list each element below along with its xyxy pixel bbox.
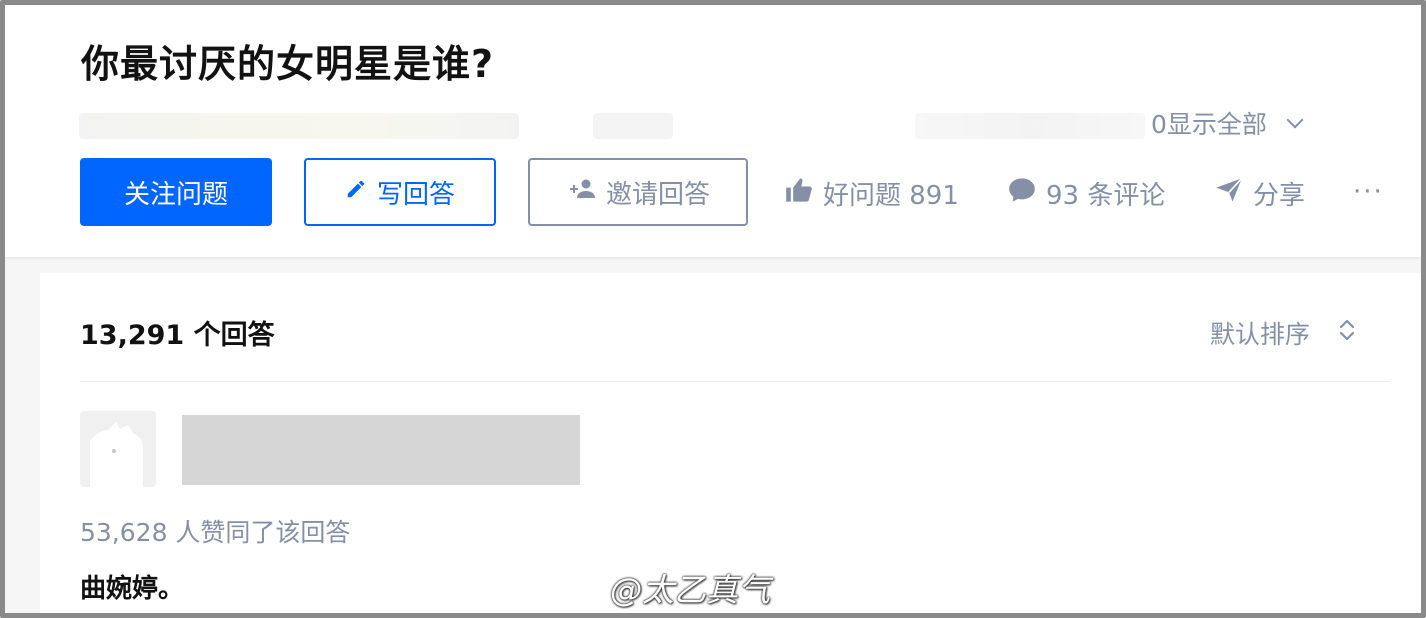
voters-count[interactable]: 53,628 人赞同了该回答 — [80, 513, 350, 549]
pencil-icon — [345, 177, 377, 207]
invite-label: 邀请回答 — [605, 179, 710, 210]
follow-question-button[interactable]: 关注问题 — [80, 158, 272, 226]
author-name-redacted — [182, 415, 580, 485]
answer-content: 曲婉婷。 — [80, 574, 185, 604]
share-label: 分享 — [1253, 181, 1306, 211]
watermark: @太乙真气 — [610, 571, 771, 609]
thumb-up-icon — [785, 177, 823, 210]
avatar[interactable] — [80, 411, 156, 487]
screenshot-frame: 你最讨厌的女明星是谁? 0显示全部 关注问题 写回答 邀请回答 好问题 891 … — [0, 0, 1426, 618]
question-title: 你最讨厌的女明星是谁? — [81, 42, 495, 86]
good-question-label: 好问题 891 — [823, 181, 959, 211]
sort-icon — [1338, 316, 1356, 350]
more-icon[interactable]: ··· — [1353, 177, 1384, 207]
question-detail-blurred — [593, 113, 673, 139]
divider — [80, 381, 1390, 382]
invite-answer-button[interactable]: 邀请回答 — [528, 158, 748, 226]
answer-count: 13,291 个回答 — [80, 320, 275, 351]
sort-dropdown[interactable]: 默认排序 — [1210, 315, 1356, 351]
good-question-button[interactable]: 好问题 891 — [785, 175, 959, 212]
show-all-button[interactable]: 0显示全部 — [1151, 105, 1301, 141]
add-person-icon — [566, 177, 606, 207]
write-answer-button[interactable]: 写回答 — [304, 158, 496, 226]
sort-label: 默认排序 — [1210, 320, 1311, 349]
question-header: 你最讨厌的女明星是谁? 0显示全部 关注问题 写回答 邀请回答 好问题 891 … — [5, 5, 1421, 257]
show-all-label: 0显示全部 — [1151, 110, 1267, 139]
comment-icon — [1008, 177, 1046, 210]
share-icon — [1215, 177, 1253, 210]
share-button[interactable]: 分享 — [1215, 175, 1305, 212]
comments-label: 93 条评论 — [1046, 181, 1166, 211]
question-detail-blurred — [915, 113, 1145, 139]
follow-label: 关注问题 — [123, 179, 228, 210]
comments-button[interactable]: 93 条评论 — [1008, 175, 1165, 212]
write-label: 写回答 — [376, 179, 455, 210]
question-detail-blurred — [79, 113, 519, 139]
chevron-down-icon — [1287, 116, 1301, 130]
